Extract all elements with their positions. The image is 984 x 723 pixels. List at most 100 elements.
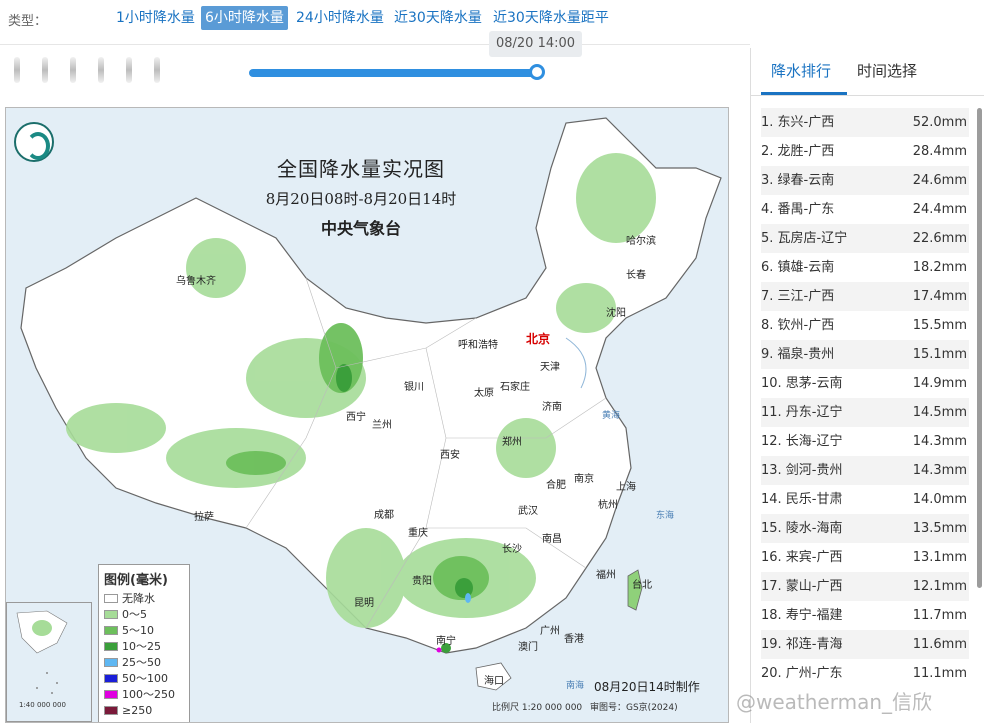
map-footer-note: 08月20日14时制作 — [594, 680, 700, 694]
ranking-station: 9. 福泉-贵州 — [761, 347, 835, 362]
sea-label: 黄海 — [602, 411, 621, 421]
legend-item: 100～250 — [104, 686, 184, 702]
map-scale: 比例尺 1:20 000 000 — [492, 703, 583, 713]
ranking-station: 3. 绿春-云南 — [761, 173, 835, 188]
ranking-row[interactable]: 7. 三江-广西 17.4mm — [761, 282, 969, 311]
ranking-value: 14.3mm — [912, 463, 967, 478]
scrollbar[interactable] — [977, 108, 982, 588]
city-label: 贵阳 — [412, 576, 432, 587]
timeline: 08/20 14:00 — [0, 31, 750, 100]
city-label: 福州 — [596, 570, 616, 581]
ranking-value: 24.4mm — [912, 202, 967, 217]
ranking-station: 17. 蒙山-广西 — [761, 579, 843, 594]
map-subtitle: 8月20日08时-8月20日14时 — [265, 190, 457, 208]
city-label: 香港 — [564, 634, 584, 645]
tab-1h-precip[interactable]: 1小时降水量 — [112, 6, 199, 30]
ranking-row[interactable]: 12. 长海-辽宁 14.3mm — [761, 427, 969, 456]
ranking-row[interactable]: 11. 丹东-辽宁 14.5mm — [761, 398, 969, 427]
ranking-row[interactable]: 20. 广州-广东 11.1mm — [761, 659, 969, 688]
ranking-station: 8. 钦州-广西 — [761, 318, 835, 333]
legend-item: 0～5 — [104, 606, 184, 622]
ranking-station: 4. 番禺-广东 — [761, 202, 835, 217]
city-label: 太原 — [474, 388, 494, 399]
ranking-value: 18.2mm — [912, 260, 967, 275]
ranking-row[interactable]: 18. 寿宁-福建 11.7mm — [761, 601, 969, 630]
city-label: 海口 — [484, 676, 504, 687]
time-slider-handle[interactable] — [529, 64, 545, 80]
tab-6h-precip[interactable]: 6小时降水量 — [201, 6, 288, 30]
tab-precip-ranking[interactable]: 降水排行 — [771, 60, 831, 81]
city-label: 重庆 — [408, 528, 428, 539]
precip-map[interactable]: 全国降水量实况图 8月20日08时-8月20日14时 中央气象台 北京 乌鲁木齐… — [5, 107, 729, 723]
ranking-row[interactable]: 15. 陵水-海南 13.5mm — [761, 514, 969, 543]
ranking-value: 13.5mm — [912, 521, 967, 536]
ranking-station: 18. 寿宁-福建 — [761, 608, 843, 623]
city-label: 武汉 — [518, 506, 538, 517]
ranking-row[interactable]: 3. 绿春-云南 24.6mm — [761, 166, 969, 195]
ranking-row[interactable]: 6. 镇雄-云南 18.2mm — [761, 253, 969, 282]
city-label: 石家庄 — [500, 382, 530, 393]
ranking-station: 1. 东兴-广西 — [761, 115, 835, 130]
ranking-station: 16. 来宾-广西 — [761, 550, 843, 565]
ranking-value: 14.3mm — [912, 434, 967, 449]
ranking-row[interactable]: 2. 龙胜-广西 28.4mm — [761, 137, 969, 166]
panel-tabs: 降水排行 时间选择 — [751, 48, 984, 96]
ranking-value: 13.1mm — [912, 550, 967, 565]
city-label: 杭州 — [598, 500, 618, 511]
time-slider-track[interactable] — [249, 69, 537, 77]
ranking-row[interactable]: 10. 思茅-云南 14.9mm — [761, 369, 969, 398]
ranking-row[interactable]: 8. 钦州-广西 15.5mm — [761, 311, 969, 340]
legend-title: 图例(毫米) — [104, 573, 168, 588]
ranking-value: 22.6mm — [912, 231, 967, 246]
city-capital: 北京 — [526, 332, 551, 346]
city-label: 长春 — [626, 270, 646, 281]
active-tab-indicator — [761, 92, 847, 95]
tab-30d-precip[interactable]: 近30天降水量 — [390, 6, 486, 30]
ranking-station: 10. 思茅-云南 — [761, 376, 843, 391]
legend-item: 5～10 — [104, 622, 184, 638]
ranking-station: 5. 瓦房店-辽宁 — [761, 231, 848, 246]
tab-time-select[interactable]: 时间选择 — [857, 60, 917, 81]
ranking-row[interactable]: 16. 来宾-广西 13.1mm — [761, 543, 969, 572]
ranking-value: 28.4mm — [912, 144, 967, 159]
map-org: 中央气象台 — [320, 219, 401, 238]
watermark: @weatherman_信欣 — [736, 690, 933, 714]
sea-label: 东海 — [656, 511, 675, 521]
ranking-row[interactable]: 14. 民乐-甘肃 14.0mm — [761, 485, 969, 514]
ranking-station: 15. 陵水-海南 — [761, 521, 843, 536]
city-label: 台北 — [632, 580, 652, 591]
ranking-row[interactable]: 5. 瓦房店-辽宁 22.6mm — [761, 224, 969, 253]
ranking-station: 2. 龙胜-广西 — [761, 144, 835, 159]
inset-scale: 1:40 000 000 — [19, 701, 66, 709]
animation-frames[interactable] — [14, 57, 182, 85]
ranking-row[interactable]: 19. 祁连-青海 11.6mm — [761, 630, 969, 659]
ranking-row[interactable]: 13. 剑河-贵州 14.3mm — [761, 456, 969, 485]
sea-label: 南海 — [566, 681, 585, 691]
city-label: 南宁 — [436, 636, 456, 647]
ranking-value: 14.0mm — [912, 492, 967, 507]
city-label: 西宁 — [346, 412, 366, 423]
tab-24h-precip[interactable]: 24小时降水量 — [292, 6, 388, 30]
city-label: 广州 — [540, 626, 560, 637]
ranking-value: 11.7mm — [912, 608, 967, 623]
city-label: 哈尔滨 — [626, 236, 656, 247]
city-label: 上海 — [616, 482, 636, 493]
ranking-station: 6. 镇雄-云南 — [761, 260, 835, 275]
ranking-row[interactable]: 4. 番禺-广东 24.4mm — [761, 195, 969, 224]
ranking-station: 13. 剑河-贵州 — [761, 463, 843, 478]
legend-item: 50～100 — [104, 670, 184, 686]
city-label: 济南 — [542, 402, 562, 413]
type-label: 类型： — [8, 14, 48, 29]
ranking-value: 17.4mm — [912, 289, 967, 304]
city-label: 澳门 — [518, 642, 538, 653]
ranking-row[interactable]: 9. 福泉-贵州 15.1mm — [761, 340, 969, 369]
ranking-row[interactable]: 17. 蒙山-广西 12.1mm — [761, 572, 969, 601]
tab-30d-anomaly[interactable]: 近30天降水量距平 — [489, 6, 613, 30]
city-label: 长沙 — [502, 544, 522, 555]
ranking-value: 12.1mm — [912, 579, 967, 594]
ranking-value: 24.6mm — [912, 173, 967, 188]
ranking-row[interactable]: 1. 东兴-广西 52.0mm — [761, 108, 969, 137]
ranking-station: 19. 祁连-青海 — [761, 637, 843, 652]
city-label: 兰州 — [372, 420, 392, 431]
cma-logo-icon — [14, 122, 54, 162]
